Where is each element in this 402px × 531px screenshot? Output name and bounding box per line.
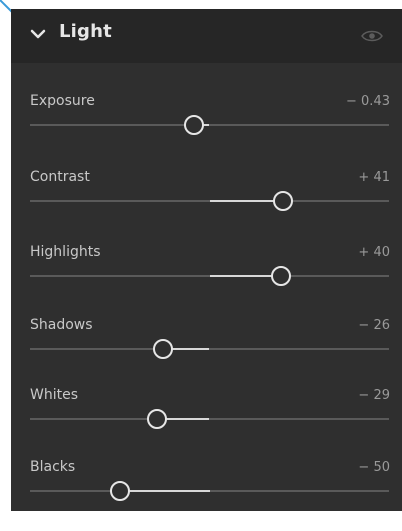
slider-track[interactable] — [30, 348, 389, 350]
eye-icon[interactable] — [361, 29, 383, 43]
slider-thumb[interactable] — [271, 266, 292, 286]
slider-label: Highlights — [30, 244, 101, 260]
slider-label: Exposure — [30, 93, 95, 109]
slider-row-highlights: Highlights + 40 — [11, 244, 402, 316]
contrast-slider[interactable] — [30, 189, 389, 213]
slider-track[interactable] — [30, 124, 389, 126]
slider-label: Contrast — [30, 169, 90, 185]
slider-fill — [119, 490, 210, 492]
slider-value[interactable]: − 50 — [358, 460, 390, 475]
slider-thumb[interactable] — [184, 115, 205, 135]
slider-row-whites: Whites − 29 — [11, 387, 402, 459]
panel-title: Light — [59, 21, 112, 42]
slider-thumb[interactable] — [273, 191, 294, 211]
whites-slider[interactable] — [30, 407, 389, 431]
slider-row-exposure: Exposure − 0.43 — [11, 93, 402, 165]
shadows-slider[interactable] — [30, 337, 389, 361]
light-panel: Light Exposure − 0.43 Contrast + 41 High… — [11, 9, 402, 511]
slider-fill — [209, 200, 284, 202]
slider-value[interactable]: + 41 — [358, 170, 390, 185]
panel-header[interactable]: Light — [11, 9, 402, 63]
slider-label: Whites — [30, 387, 79, 403]
slider-thumb[interactable] — [109, 481, 130, 501]
chevron-down-icon[interactable] — [30, 28, 46, 40]
slider-track[interactable] — [30, 418, 389, 420]
slider-row-blacks: Blacks − 50 — [11, 459, 402, 531]
slider-row-contrast: Contrast + 41 — [11, 169, 402, 241]
slider-track[interactable] — [30, 490, 389, 492]
exposure-slider[interactable] — [30, 113, 389, 137]
slider-label: Blacks — [30, 459, 76, 475]
slider-label: Shadows — [30, 317, 93, 333]
blacks-slider[interactable] — [30, 479, 389, 503]
slider-thumb[interactable] — [147, 409, 168, 429]
slider-value[interactable]: − 0.43 — [346, 94, 390, 109]
slider-row-shadows: Shadows − 26 — [11, 317, 402, 389]
slider-value[interactable]: − 26 — [358, 318, 390, 333]
slider-thumb[interactable] — [152, 339, 173, 359]
highlights-slider[interactable] — [30, 264, 389, 288]
slider-value[interactable]: − 29 — [358, 388, 390, 403]
slider-value[interactable]: + 40 — [358, 245, 390, 260]
